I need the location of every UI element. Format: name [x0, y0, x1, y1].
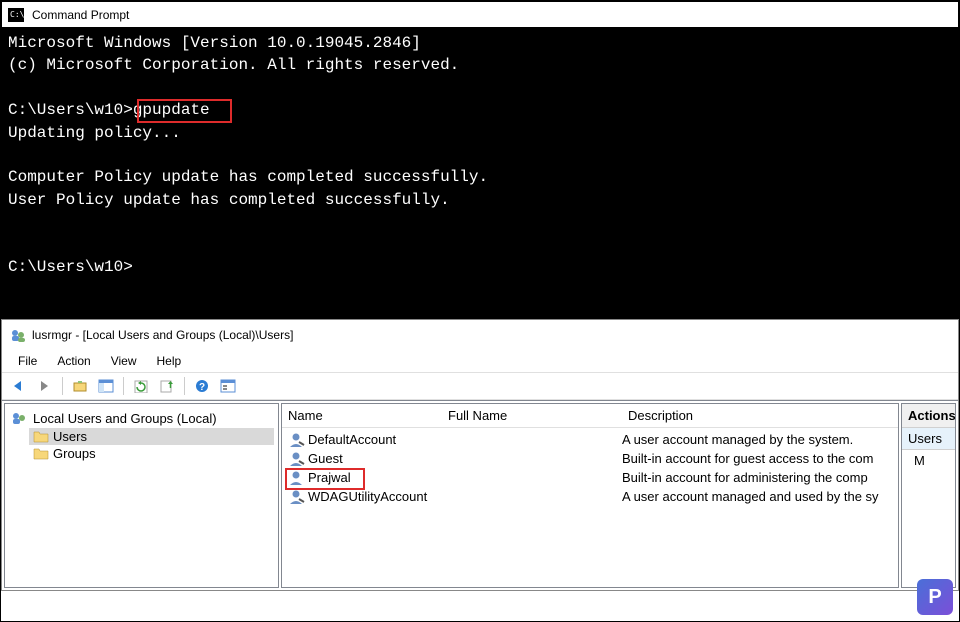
cmd-computer-success: Computer Policy update has completed suc…: [8, 168, 488, 186]
menu-file[interactable]: File: [10, 352, 45, 370]
user-desc: Built-in account for guest access to the…: [622, 451, 892, 466]
lusrmgr-title: lusrmgr - [Local Users and Groups (Local…: [32, 328, 293, 342]
user-name: DefaultAccount: [308, 432, 396, 447]
list-row[interactable]: DefaultAccount A user account managed by…: [286, 430, 894, 449]
user-icon: [288, 431, 305, 448]
tree-root[interactable]: Local Users and Groups (Local): [9, 408, 274, 428]
user-desc: Built-in account for administering the c…: [622, 470, 892, 485]
column-name[interactable]: Name: [288, 408, 448, 423]
tree-root-label: Local Users and Groups (Local): [33, 411, 217, 426]
folder-icon: [33, 430, 49, 443]
list-row[interactable]: Prajwal Built-in account for administeri…: [286, 468, 894, 487]
list-header: Name Full Name Description: [282, 404, 898, 428]
lusrmgr-titlebar[interactable]: lusrmgr - [Local Users and Groups (Local…: [2, 320, 958, 350]
actions-more[interactable]: M: [902, 450, 955, 471]
menu-view[interactable]: View: [103, 352, 145, 370]
actions-panel: Actions Users M: [901, 403, 956, 588]
toolbar-export-button[interactable]: [156, 375, 178, 397]
cmd-title: Command Prompt: [32, 8, 129, 22]
toolbar-separator: [184, 377, 185, 395]
toolbar: ?: [2, 372, 958, 400]
list-body: DefaultAccount A user account managed by…: [282, 428, 898, 508]
actions-header: Actions: [902, 404, 955, 428]
svg-text:?: ?: [199, 382, 205, 393]
user-name: Guest: [308, 451, 343, 466]
cmd-line-version: Microsoft Windows [Version 10.0.19045.28…: [8, 34, 421, 52]
cmd-line-copyright: (c) Microsoft Corporation. All rights re…: [8, 56, 459, 74]
cmd-updating: Updating policy...: [8, 124, 181, 142]
user-icon: [288, 488, 305, 505]
cmd-terminal[interactable]: Microsoft Windows [Version 10.0.19045.28…: [2, 28, 958, 318]
cmd-icon: C:\: [8, 8, 24, 22]
user-icon: [288, 469, 305, 486]
list-row[interactable]: Guest Built-in account for guest access …: [286, 449, 894, 468]
toolbar-help-button[interactable]: ?: [191, 375, 213, 397]
toolbar-separator: [62, 377, 63, 395]
folder-icon: [33, 447, 49, 460]
lusrmgr-app-icon: [10, 327, 26, 343]
toolbar-show-hide-button[interactable]: [95, 375, 117, 397]
cmd-prompt2: C:\Users\w10>: [8, 258, 133, 276]
toolbar-separator: [123, 377, 124, 395]
menubar: File Action View Help: [2, 350, 958, 372]
toolbar-up-button[interactable]: [69, 375, 91, 397]
actions-users[interactable]: Users: [902, 428, 955, 450]
toolbar-back-button[interactable]: [8, 375, 30, 397]
command-prompt-window: C:\ Command Prompt Microsoft Windows [Ve…: [1, 1, 959, 319]
tree-groups-label: Groups: [53, 446, 96, 461]
tree-root-icon: [11, 410, 27, 426]
user-icon: [288, 450, 305, 467]
column-fullname[interactable]: Full Name: [448, 408, 628, 423]
cmd-prompt-path: C:\Users\w10>: [8, 101, 133, 119]
list-row[interactable]: WDAGUtilityAccount A user account manage…: [286, 487, 894, 506]
tree-users-label: Users: [53, 429, 87, 444]
column-description[interactable]: Description: [628, 408, 892, 423]
tree-item-users[interactable]: Users: [29, 428, 274, 445]
menu-help[interactable]: Help: [149, 352, 190, 370]
toolbar-properties-button[interactable]: [217, 375, 239, 397]
tree-panel[interactable]: Local Users and Groups (Local) Users Gro…: [4, 403, 279, 588]
cmd-command-gpupdate: gpupdate: [133, 99, 210, 121]
toolbar-refresh-button[interactable]: [130, 375, 152, 397]
user-name: Prajwal: [308, 470, 351, 485]
user-desc: A user account managed and used by the s…: [622, 489, 892, 504]
tree-item-groups[interactable]: Groups: [29, 445, 274, 462]
watermark-logo: P: [917, 579, 953, 615]
menu-action[interactable]: Action: [49, 352, 98, 370]
toolbar-forward-button[interactable]: [34, 375, 56, 397]
user-desc: A user account managed by the system.: [622, 432, 892, 447]
list-panel[interactable]: Name Full Name Description DefaultAccoun…: [281, 403, 899, 588]
lusrmgr-main: Local Users and Groups (Local) Users Gro…: [2, 400, 958, 590]
cmd-titlebar[interactable]: C:\ Command Prompt: [2, 2, 958, 28]
cmd-user-success: User Policy update has completed success…: [8, 191, 450, 209]
user-name: WDAGUtilityAccount: [308, 489, 427, 504]
lusrmgr-window: lusrmgr - [Local Users and Groups (Local…: [1, 319, 959, 591]
